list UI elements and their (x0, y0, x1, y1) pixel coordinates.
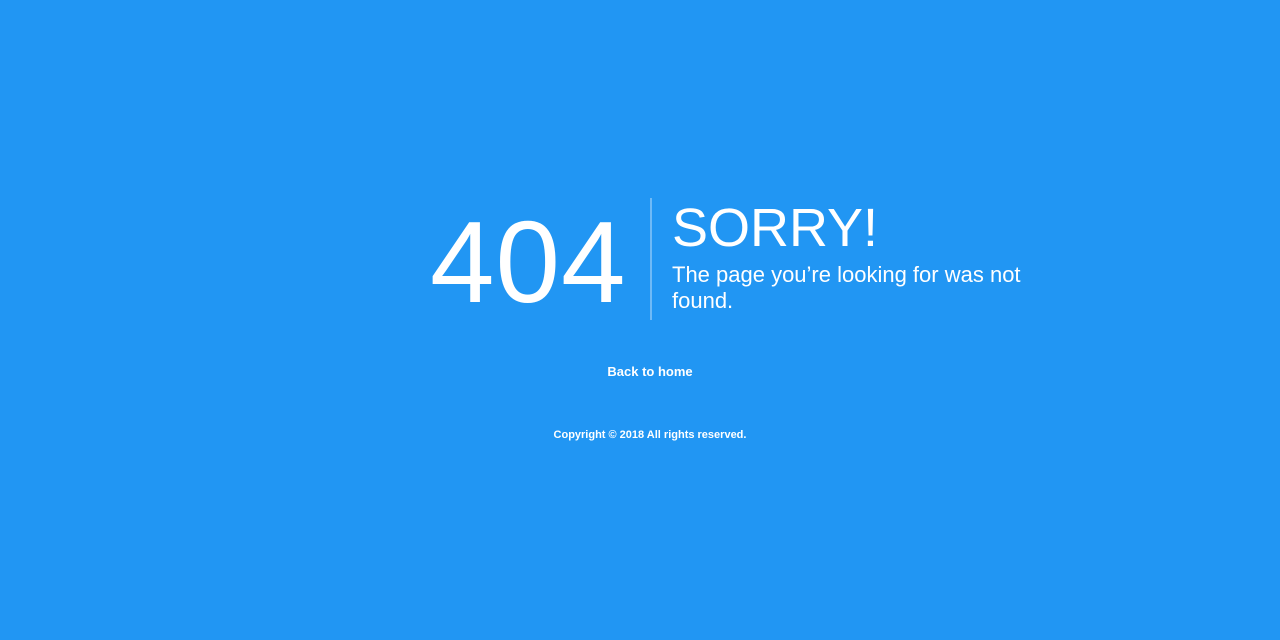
vertical-divider (650, 198, 652, 320)
error-block: 404 SORRY! The page you’re looking for w… (430, 198, 1032, 320)
error-message-group: SORRY! The page you’re looking for was n… (672, 198, 1032, 320)
error-headline: SORRY! (672, 198, 879, 258)
copyright-text: Copyright © 2018 All rights reserved. (553, 429, 747, 441)
error-description: The page you’re looking for was not foun… (672, 262, 1021, 313)
back-to-home-link[interactable]: Back to home (0, 364, 1280, 379)
back-to-home-label[interactable]: Back to home (607, 364, 692, 379)
error-code: 404 (430, 197, 627, 327)
